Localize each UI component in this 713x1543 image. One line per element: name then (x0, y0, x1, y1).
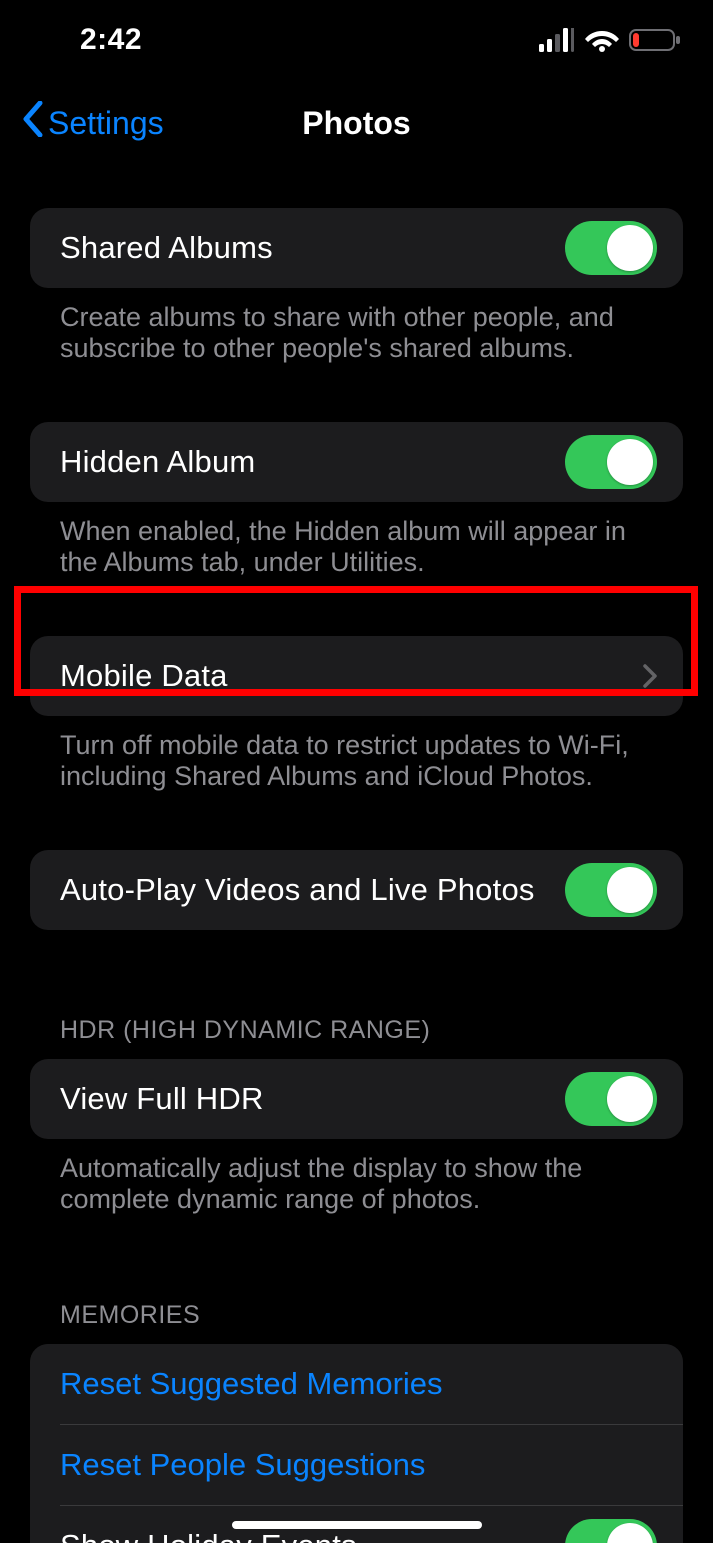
photos-settings-screen: 2:42 (0, 0, 713, 1543)
status-time: 2:42 (80, 23, 142, 57)
autoplay-row[interactable]: Auto-Play Videos and Live Photos (30, 850, 683, 930)
hidden-album-row[interactable]: Hidden Album (30, 422, 683, 502)
settings-content: Shared Albums Create albums to share wit… (0, 166, 713, 1543)
reset-suggested-memories-label: Reset Suggested Memories (60, 1366, 443, 1402)
wifi-icon (585, 28, 619, 52)
home-indicator[interactable] (232, 1521, 482, 1529)
nav-header: Settings Photos (0, 80, 713, 166)
view-full-hdr-label: View Full HDR (60, 1081, 264, 1117)
reset-suggested-memories-row[interactable]: Reset Suggested Memories (30, 1344, 683, 1424)
show-holiday-events-label: Show Holiday Events (60, 1528, 357, 1543)
battery-icon (629, 28, 683, 52)
hdr-header: HDR (HIGH DYNAMIC RANGE) (30, 1016, 683, 1059)
shared-albums-label: Shared Albums (60, 230, 273, 266)
memories-header: MEMORIES (30, 1301, 683, 1344)
reset-people-suggestions-label: Reset People Suggestions (60, 1447, 425, 1483)
hidden-album-footer: When enabled, the Hidden album will appe… (30, 502, 683, 578)
hidden-album-label: Hidden Album (60, 444, 255, 480)
mobile-data-footer: Turn off mobile data to restrict updates… (30, 716, 683, 792)
mobile-data-label: Mobile Data (60, 658, 228, 694)
reset-people-suggestions-row[interactable]: Reset People Suggestions (30, 1425, 683, 1505)
chevron-left-icon (22, 101, 44, 145)
shared-albums-row[interactable]: Shared Albums (30, 208, 683, 288)
cellular-icon (539, 28, 575, 52)
hidden-album-toggle[interactable] (565, 435, 657, 489)
back-label: Settings (48, 105, 164, 142)
memories-group: Reset Suggested Memories Reset People Su… (30, 1344, 683, 1543)
mobile-data-row[interactable]: Mobile Data (30, 636, 683, 716)
autoplay-label: Auto-Play Videos and Live Photos (60, 872, 535, 908)
status-icons (539, 28, 683, 52)
shared-albums-toggle[interactable] (565, 221, 657, 275)
hdr-footer: Automatically adjust the display to show… (30, 1139, 683, 1215)
view-full-hdr-toggle[interactable] (565, 1072, 657, 1126)
chevron-right-icon (643, 664, 657, 688)
autoplay-toggle[interactable] (565, 863, 657, 917)
shared-albums-footer: Create albums to share with other people… (30, 288, 683, 364)
status-bar: 2:42 (0, 0, 713, 80)
back-button[interactable]: Settings (22, 101, 164, 145)
view-full-hdr-row[interactable]: View Full HDR (30, 1059, 683, 1139)
show-holiday-events-toggle[interactable] (565, 1519, 657, 1543)
